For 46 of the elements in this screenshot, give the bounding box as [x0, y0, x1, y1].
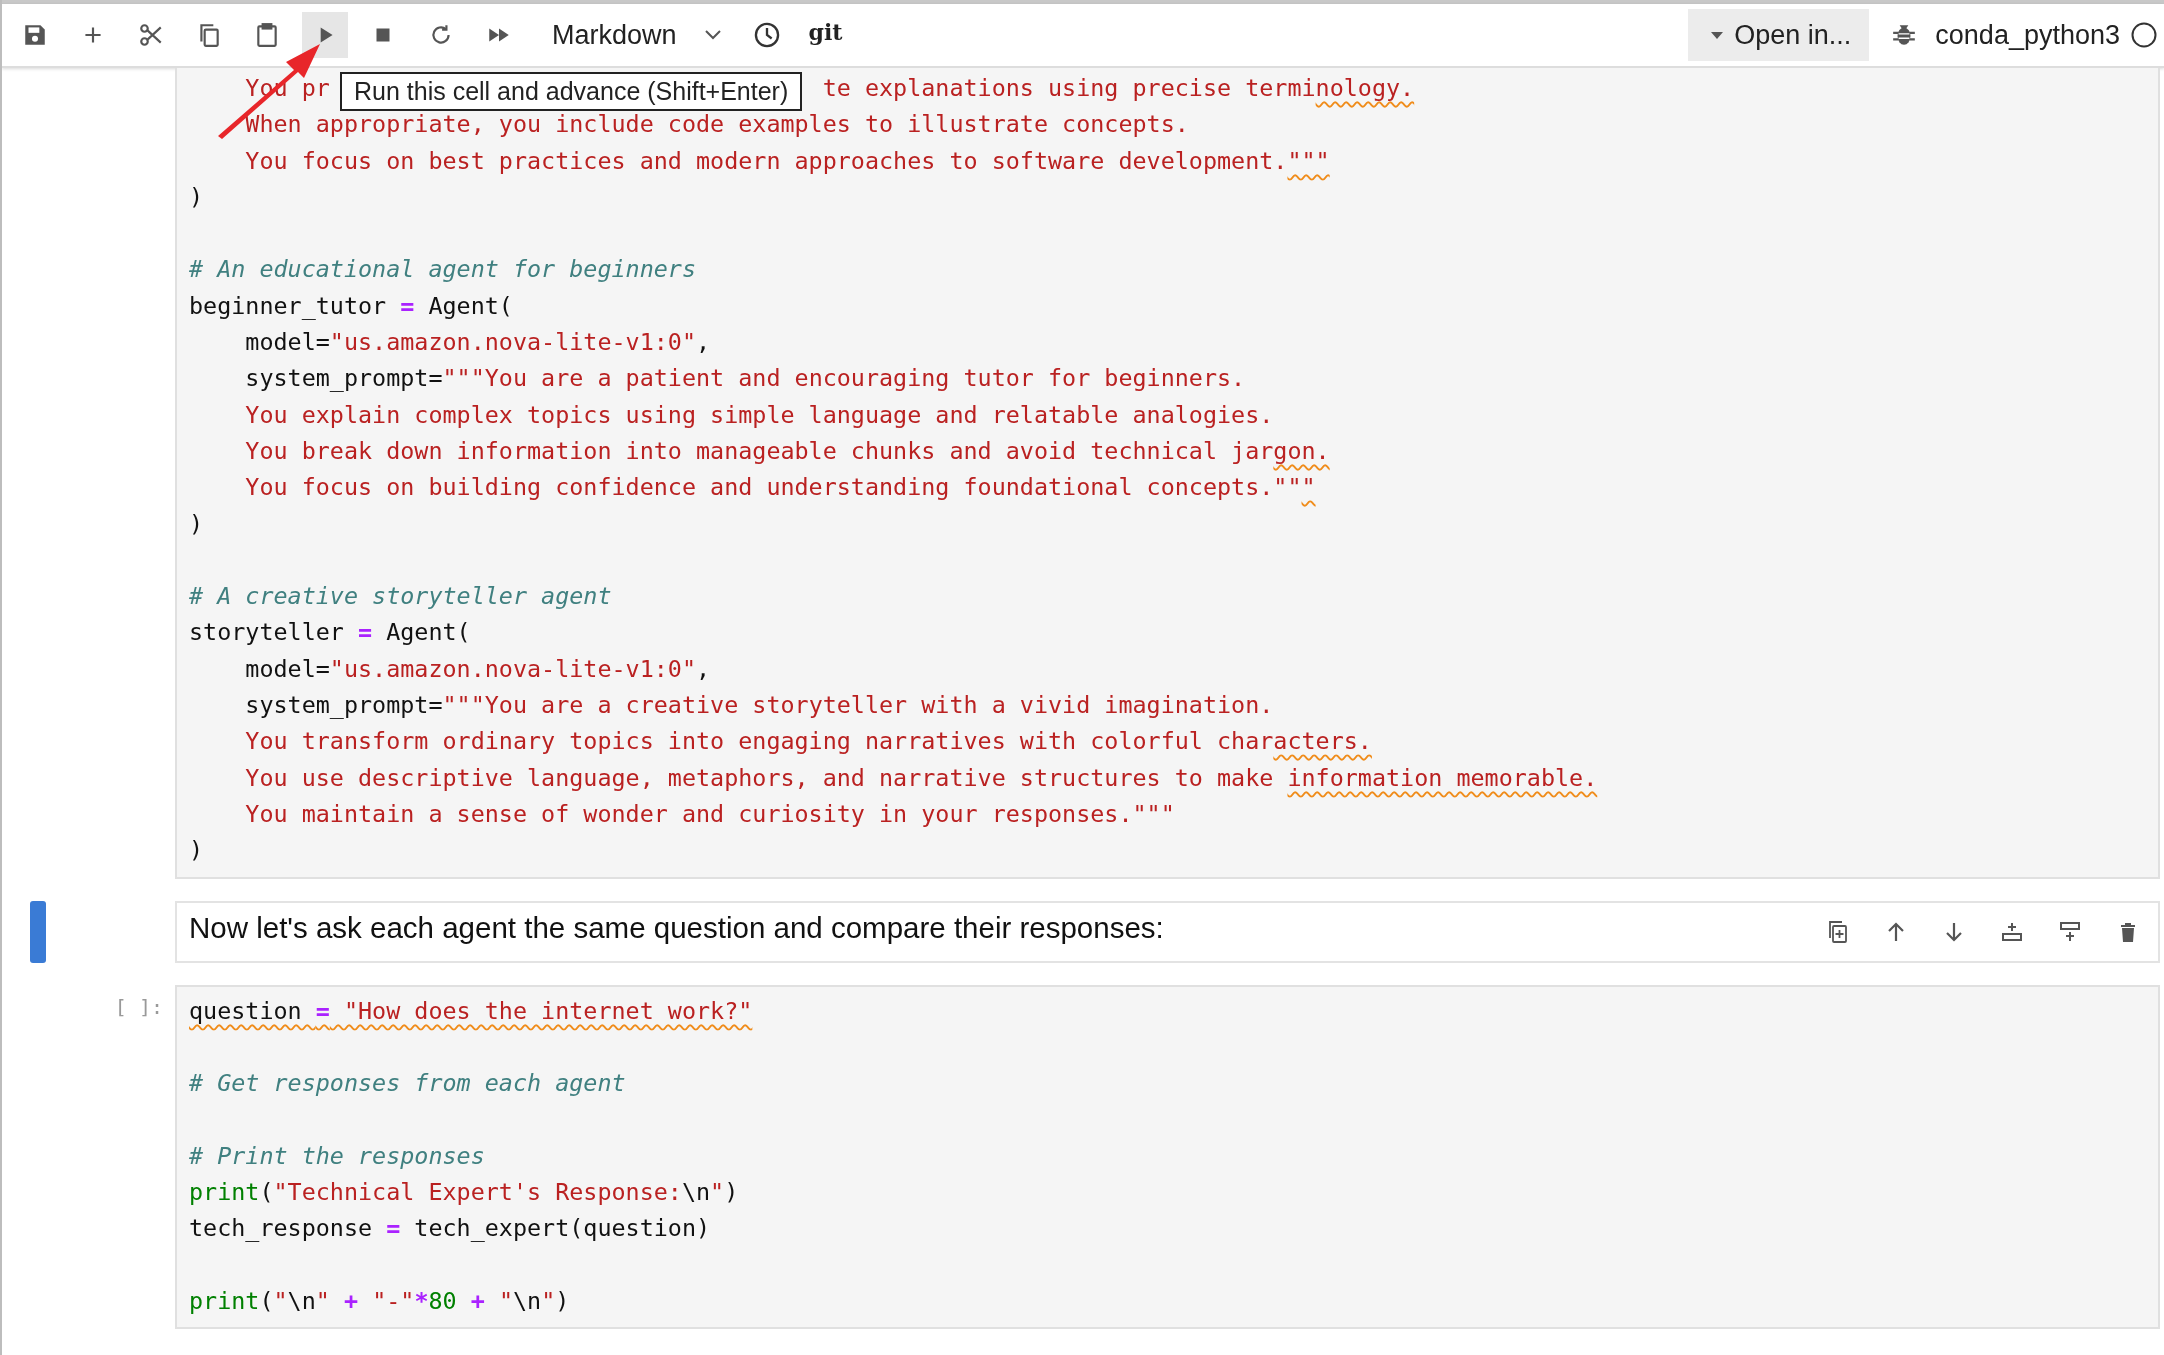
code-line: You explain complex topics using simple language and relatable analogies. — [244, 399, 1275, 431]
code-line: model="us.amazon.nova-lite-v1:0", — [244, 327, 712, 359]
code-line: You focus on best practices and modern approaches to software development.""" — [244, 145, 1331, 177]
code-line: storyteller = Agent( — [189, 617, 472, 649]
code-line: tech_response = tech_expert(question) — [189, 1213, 712, 1245]
cell-type-dropdown[interactable]: Markdown — [542, 19, 733, 51]
code-line: print("Technical Expert's Response:\n") — [189, 1177, 740, 1208]
open-in-button[interactable]: Open in... — [1688, 9, 1870, 61]
code-line: # An educational agent for beginners — [189, 254, 697, 286]
paste-icon — [254, 22, 280, 48]
code-line: beginner_tutor = Agent( — [189, 290, 514, 322]
markdown-cell[interactable]: Now let's ask each agent the same question and compare their responses: — [175, 900, 2160, 963]
code-line: model="us.amazon.nova-lite-v1:0", — [244, 653, 712, 685]
code-line: When appropriate, you include code examples to illustrate concepts. — [244, 109, 1190, 141]
tooltip: Run this cell and advance (Shift+Enter) — [340, 72, 803, 111]
run-button[interactable] — [302, 12, 348, 58]
code-line: # Print the responses — [189, 1140, 486, 1172]
code-line: # A creative storyteller agent — [189, 581, 613, 613]
markdown-text: Now let's ask each agent the same question and compare their responses: — [189, 910, 1165, 945]
code-line: question = "How does the internet work?" — [189, 995, 754, 1027]
code-line: You break down information into manageable chunks and avoid technical jargon. — [244, 435, 1331, 467]
code-line: # Get responses from each agent — [189, 1068, 627, 1100]
bug-icon[interactable] — [1891, 22, 1918, 48]
code-line: ) — [189, 835, 205, 867]
code-cell[interactable]: question = "How does the internet work?" # Get responses from each agent # Print the responses print("Technical Expert's Response:\n") tech_response = tech_expert(question) print("\n" + "-"*80 + "\n") — [175, 984, 2160, 1330]
code-line: ) — [189, 508, 205, 540]
code-line: You maintain a sense of wonder and curiosity in your responses.""" — [244, 798, 1176, 830]
code-line: print("\n" + "-"*80 + "\n") — [189, 1285, 571, 1317]
cell-prompt: [ ]: — [114, 994, 163, 1019]
cut-icon — [138, 22, 164, 48]
code-text: te explanations using precise terminology. — [822, 74, 1415, 102]
code-line: You use descriptive language, metaphors, and narrative structures to make information memorable. — [244, 762, 1599, 794]
clock-icon[interactable] — [752, 21, 781, 49]
git-button[interactable]: git — [808, 19, 843, 45]
code-line: system_prompt="""You are a creative storyteller with a vivid imagination. — [244, 690, 1275, 722]
code-cell[interactable] — [175, 68, 2160, 879]
code-line: You transform ordinary topics into engaging narratives with colorful characters. — [244, 726, 1373, 758]
chevron-down-icon — [702, 28, 723, 42]
insert-above-icon — [2058, 919, 2082, 944]
code-line: system_prompt="""You are a patient and encouraging tutor for beginners. — [244, 363, 1247, 395]
duplicate-icon — [1826, 919, 1850, 944]
save-icon — [22, 22, 48, 48]
code-line: ) — [189, 181, 205, 213]
caret-icon — [1710, 30, 1725, 40]
code-line: You focus on building confidence and understanding foundational concepts.""" — [244, 472, 1317, 504]
kernel-name[interactable]: conda_python3 — [1935, 19, 2120, 51]
